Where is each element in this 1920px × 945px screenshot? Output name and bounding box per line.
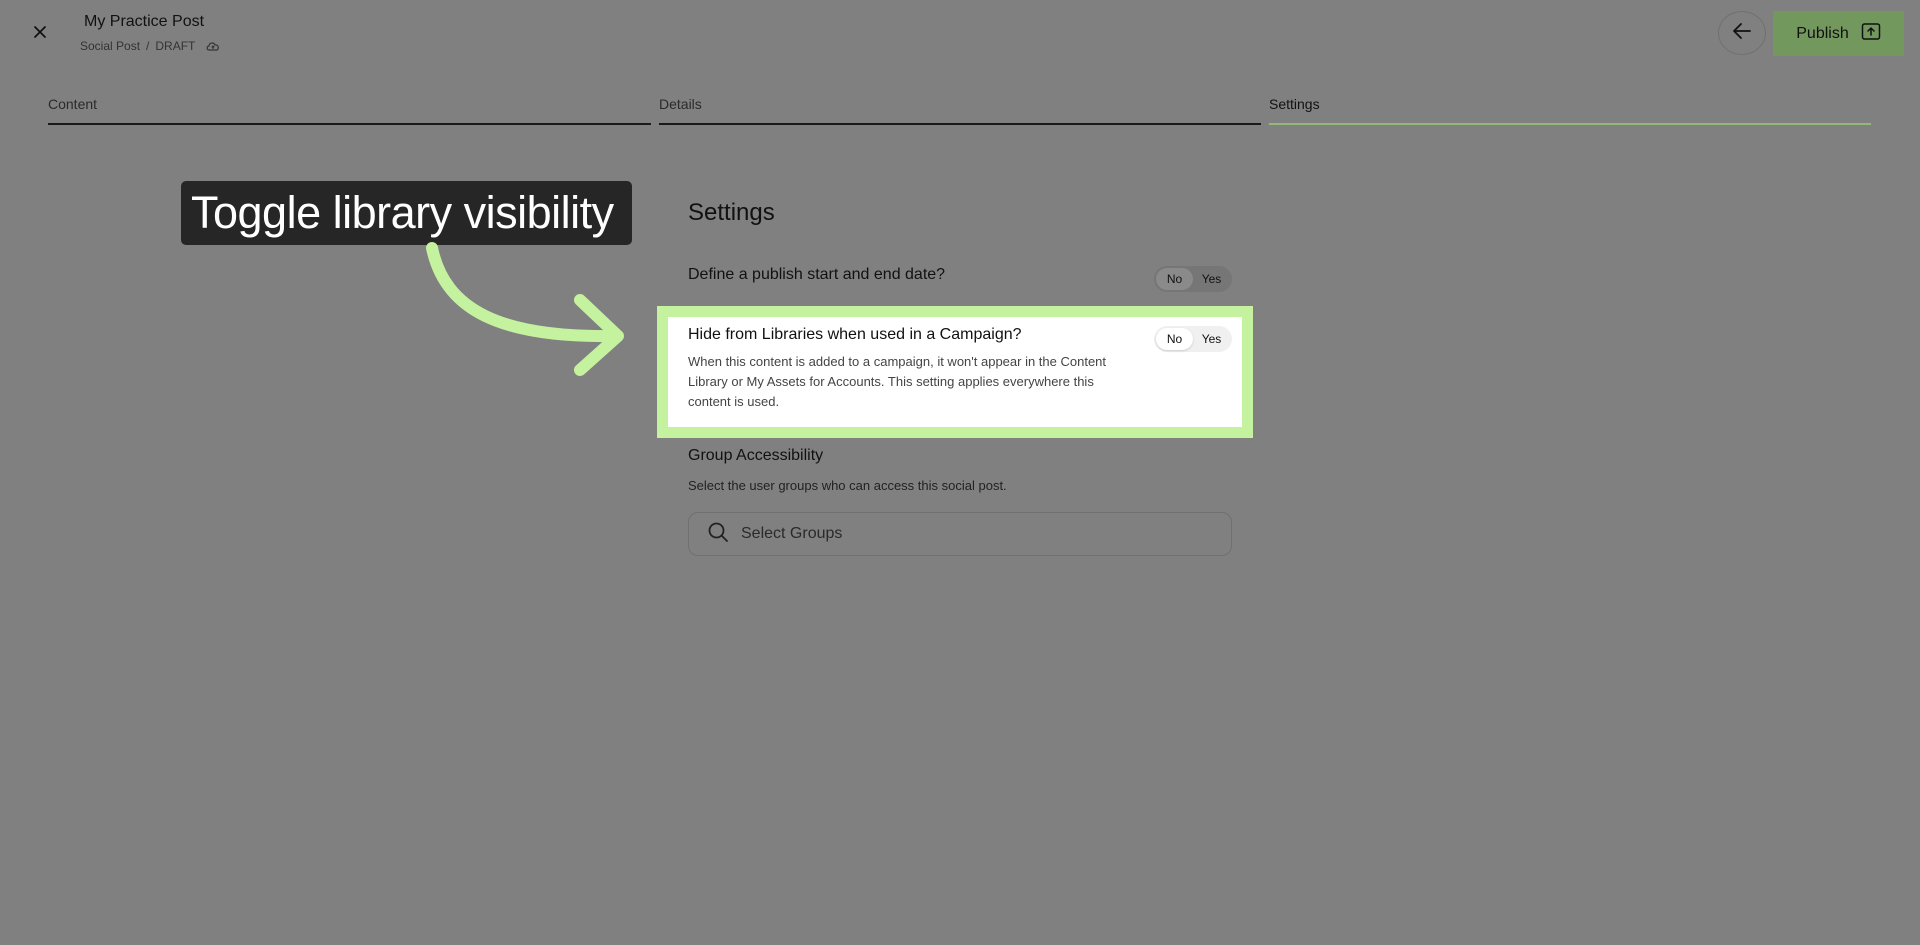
- settings-heading: Settings: [688, 199, 775, 226]
- breadcrumb-separator: /: [146, 39, 150, 53]
- post-status: DRAFT: [155, 39, 196, 53]
- hide-from-libraries-no-option[interactable]: No: [1156, 328, 1193, 350]
- publish-button[interactable]: Publish: [1773, 11, 1904, 56]
- hide-from-libraries-description: When this content is added to a campaign…: [688, 354, 1107, 409]
- back-button[interactable]: [1718, 11, 1766, 55]
- publish-label: Publish: [1796, 24, 1849, 42]
- close-button[interactable]: [26, 20, 54, 48]
- tutorial-callout: Toggle library visibility: [181, 181, 632, 245]
- post-title: My Practice Post: [84, 13, 205, 30]
- cloud-sync-icon: [205, 39, 221, 53]
- close-icon: [33, 25, 47, 44]
- publish-icon: [1861, 21, 1881, 46]
- group-accessibility-heading: Group Accessibility: [688, 447, 824, 464]
- tab-details[interactable]: Details: [659, 96, 1261, 125]
- publish-dates-label: Define a publish start and end date?: [688, 266, 946, 283]
- post-breadcrumb: Social Post / DRAFT: [80, 39, 221, 53]
- arrow-left-icon: [1732, 22, 1752, 45]
- publish-dates-no-option[interactable]: No: [1156, 268, 1193, 290]
- publish-dates-toggle[interactable]: No Yes: [1154, 266, 1232, 292]
- callout-arrow-icon: [426, 242, 624, 376]
- tab-content[interactable]: Content: [48, 96, 651, 125]
- search-icon: [707, 521, 729, 548]
- hide-from-libraries-setting: Hide from Libraries when used in a Campa…: [688, 326, 1232, 412]
- hide-from-libraries-yes-option[interactable]: Yes: [1193, 328, 1230, 350]
- hide-from-libraries-label: Hide from Libraries when used in a Campa…: [688, 326, 1022, 343]
- post-type: Social Post: [80, 39, 141, 53]
- select-groups-input[interactable]: Select Groups: [688, 512, 1232, 556]
- tab-settings[interactable]: Settings: [1269, 96, 1871, 125]
- publish-dates-yes-option[interactable]: Yes: [1193, 268, 1230, 290]
- publish-dates-setting: Define a publish start and end date? No …: [688, 266, 1232, 296]
- group-accessibility-description: Select the user groups who can access th…: [688, 478, 1007, 493]
- hide-from-libraries-toggle[interactable]: No Yes: [1154, 326, 1232, 352]
- select-groups-placeholder: Select Groups: [741, 525, 843, 542]
